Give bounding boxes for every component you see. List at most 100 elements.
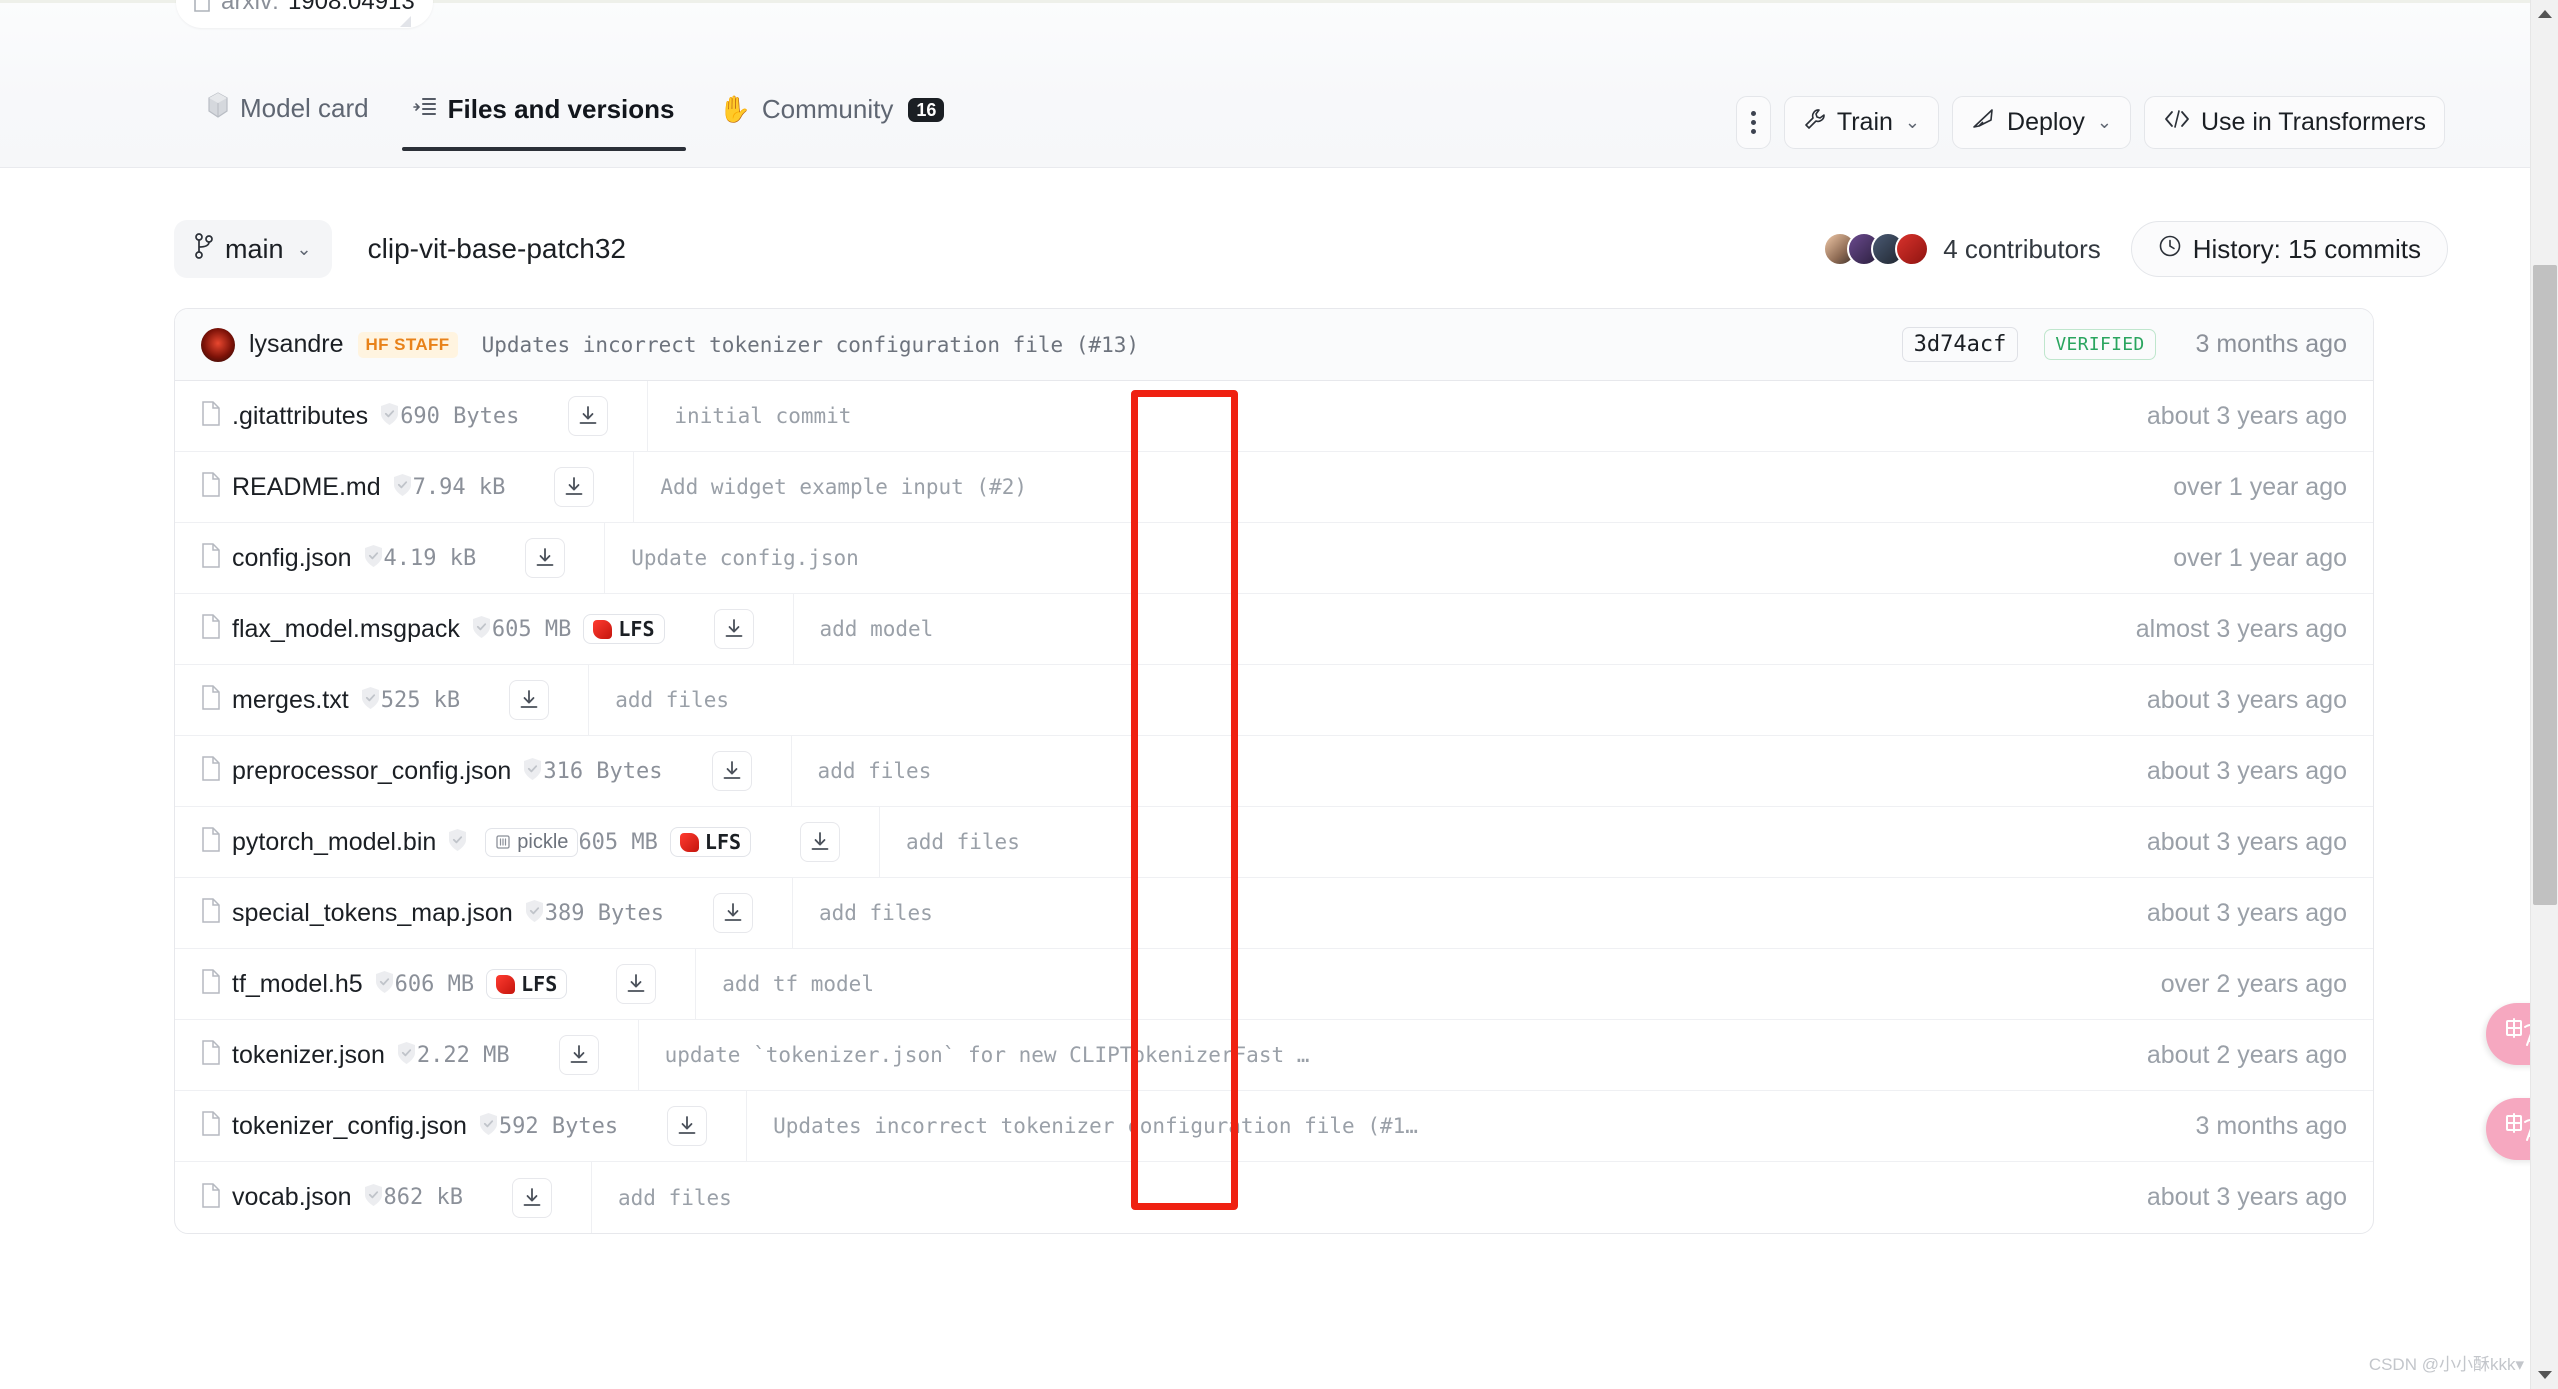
- row-commit-time: about 3 years ago: [2146, 401, 2347, 430]
- file-table: lysandre HF STAFF Updates incorrect toke…: [174, 308, 2374, 1234]
- file-name-link[interactable]: README.md: [232, 473, 381, 502]
- file-icon: [201, 543, 221, 573]
- repo-name[interactable]: clip-vit-base-patch32: [368, 233, 626, 265]
- contributors[interactable]: 4 contributors: [1823, 232, 2101, 266]
- wave-hand-icon: ✋: [718, 94, 751, 124]
- file-size: 7.94 kB: [412, 474, 506, 500]
- file-icon: [201, 685, 221, 715]
- file-name-link[interactable]: .gitattributes: [232, 402, 368, 431]
- tab-files-and-versions[interactable]: Files and versions: [391, 94, 697, 151]
- commit-message[interactable]: Updates incorrect tokenizer configuratio…: [482, 333, 1139, 357]
- download-button[interactable]: [509, 680, 550, 720]
- train-button[interactable]: Train ⌄: [1783, 96, 1940, 149]
- train-button-label: Train: [1836, 108, 1893, 136]
- download-cell: [473, 1177, 591, 1218]
- row-commit-time: about 3 years ago: [2146, 898, 2347, 927]
- file-name-link[interactable]: vocab.json: [232, 1183, 352, 1212]
- history-button[interactable]: History: 15 commits: [2130, 221, 2448, 277]
- row-commit-message[interactable]: add files: [819, 901, 933, 925]
- deploy-button[interactable]: Deploy ⌄: [1952, 96, 2131, 149]
- download-button[interactable]: [800, 822, 841, 862]
- avatar: [1895, 232, 1930, 266]
- file-size: 4.19 kB: [383, 545, 477, 571]
- file-name-link[interactable]: tokenizer_config.json: [232, 1112, 467, 1141]
- table-row: README.md 7.94 kB Add widget example input…: [175, 452, 2373, 523]
- file-size-cell: 592 Bytes: [499, 1114, 628, 1139]
- file-name-link[interactable]: merges.txt: [232, 686, 349, 715]
- commit-author-name[interactable]: lysandre: [249, 330, 344, 359]
- file-size: 606 MB: [394, 971, 475, 997]
- row-commit-message[interactable]: Add widget example input (#2): [660, 475, 1027, 499]
- row-commit-time: almost 3 years ago: [2135, 614, 2347, 643]
- row-commit-message[interactable]: add tf model: [722, 972, 874, 996]
- row-commit-message[interactable]: update `tokenizer.json` for new CLIPToke…: [665, 1043, 1310, 1067]
- row-commit-message[interactable]: add files: [818, 759, 932, 783]
- file-size-cell: 316 Bytes: [543, 759, 672, 784]
- lfs-badge[interactable]: LFS: [486, 969, 568, 999]
- commit-sha[interactable]: 3d74acf: [1901, 327, 2019, 362]
- hf-staff-badge: HF STAFF: [357, 331, 458, 358]
- file-name-link[interactable]: special_tokens_map.json: [232, 899, 513, 928]
- commit-message-cell: Update config.json: [604, 523, 2153, 593]
- file-size: 525 kB: [380, 687, 461, 713]
- arxiv-tag[interactable]: arxiv: 1908.04913: [176, 0, 433, 28]
- file-name-cell: tokenizer_config.json: [201, 1111, 499, 1141]
- tab-community[interactable]: ✋ Community 16: [697, 94, 967, 151]
- more-options-button[interactable]: [1735, 96, 1771, 149]
- file-name-link[interactable]: config.json: [232, 544, 352, 573]
- row-commit-message[interactable]: initial commit: [674, 404, 851, 428]
- row-commit-message[interactable]: Update config.json: [631, 546, 859, 570]
- download-button[interactable]: [554, 467, 595, 507]
- download-button[interactable]: [713, 609, 754, 649]
- tab-community-label: Community: [761, 94, 894, 124]
- file-name-link[interactable]: preprocessor_config.json: [232, 757, 511, 786]
- download-button[interactable]: [712, 893, 753, 933]
- download-cell: [674, 893, 792, 933]
- row-commit-message[interactable]: Updates incorrect tokenizer configuratio…: [773, 1114, 1418, 1138]
- row-commit-message[interactable]: add files: [618, 1186, 732, 1210]
- row-commit-time: about 3 years ago: [2146, 1183, 2347, 1211]
- download-button[interactable]: [512, 1177, 553, 1218]
- file-name-link[interactable]: tf_model.h5: [232, 970, 363, 999]
- file-name-cell: .gitattributes: [201, 401, 400, 431]
- commit-message-cell: add files: [790, 736, 2127, 806]
- commit-message-cell: Add widget example input (#2): [633, 452, 2153, 522]
- scroll-down-arrow[interactable]: [2531, 1361, 2558, 1389]
- use-in-transformers-button[interactable]: Use in Transformers: [2143, 96, 2445, 149]
- download-button[interactable]: [616, 964, 657, 1004]
- scroll-up-arrow[interactable]: [2531, 0, 2558, 28]
- commit-message-cell: add files: [588, 665, 2127, 735]
- file-rows: .gitattributes 690 Bytes initial commit abo…: [175, 381, 2373, 1233]
- download-button[interactable]: [667, 1106, 708, 1146]
- lfs-badge[interactable]: LFS: [669, 827, 752, 857]
- history-button-label: History: 15 commits: [2192, 233, 2421, 264]
- download-cell: [470, 680, 588, 720]
- file-name-cell: tf_model.h5: [201, 969, 395, 999]
- download-button[interactable]: [558, 1035, 599, 1075]
- row-commit-message[interactable]: add files: [615, 688, 729, 712]
- branch-icon: [194, 232, 214, 266]
- row-commit-time: over 1 year ago: [2173, 472, 2347, 501]
- row-commit-message[interactable]: add files: [906, 830, 1020, 854]
- rocket-icon: [1971, 107, 1997, 138]
- table-row: config.json 4.19 kB Update config.json over…: [175, 523, 2373, 594]
- download-button[interactable]: [711, 751, 752, 791]
- shield-check-icon: [524, 899, 545, 928]
- download-cell: [577, 964, 695, 1004]
- download-button[interactable]: [525, 538, 566, 578]
- page-scrollbar[interactable]: [2530, 0, 2558, 1389]
- pickle-badge[interactable]: pickle: [485, 827, 579, 857]
- download-button[interactable]: [568, 396, 609, 436]
- file-name-link[interactable]: flax_model.msgpack: [232, 615, 460, 644]
- file-name-link[interactable]: pytorch_model.bin: [232, 828, 436, 857]
- file-name-link[interactable]: tokenizer.json: [232, 1041, 385, 1070]
- lfs-badge[interactable]: LFS: [583, 614, 665, 644]
- commit-message-cell: add files: [591, 1162, 2127, 1233]
- commit-message-cell: update `tokenizer.json` for new CLIPToke…: [637, 1020, 2127, 1090]
- branch-selector[interactable]: main ⌄: [174, 220, 332, 278]
- tab-model-card[interactable]: Model card: [185, 92, 391, 151]
- row-commit-message[interactable]: add model: [820, 617, 934, 641]
- scrollbar-thumb[interactable]: [2533, 265, 2557, 905]
- table-row: merges.txt 525 kB add files about 3 years a…: [175, 665, 2373, 736]
- download-cell: [761, 822, 879, 862]
